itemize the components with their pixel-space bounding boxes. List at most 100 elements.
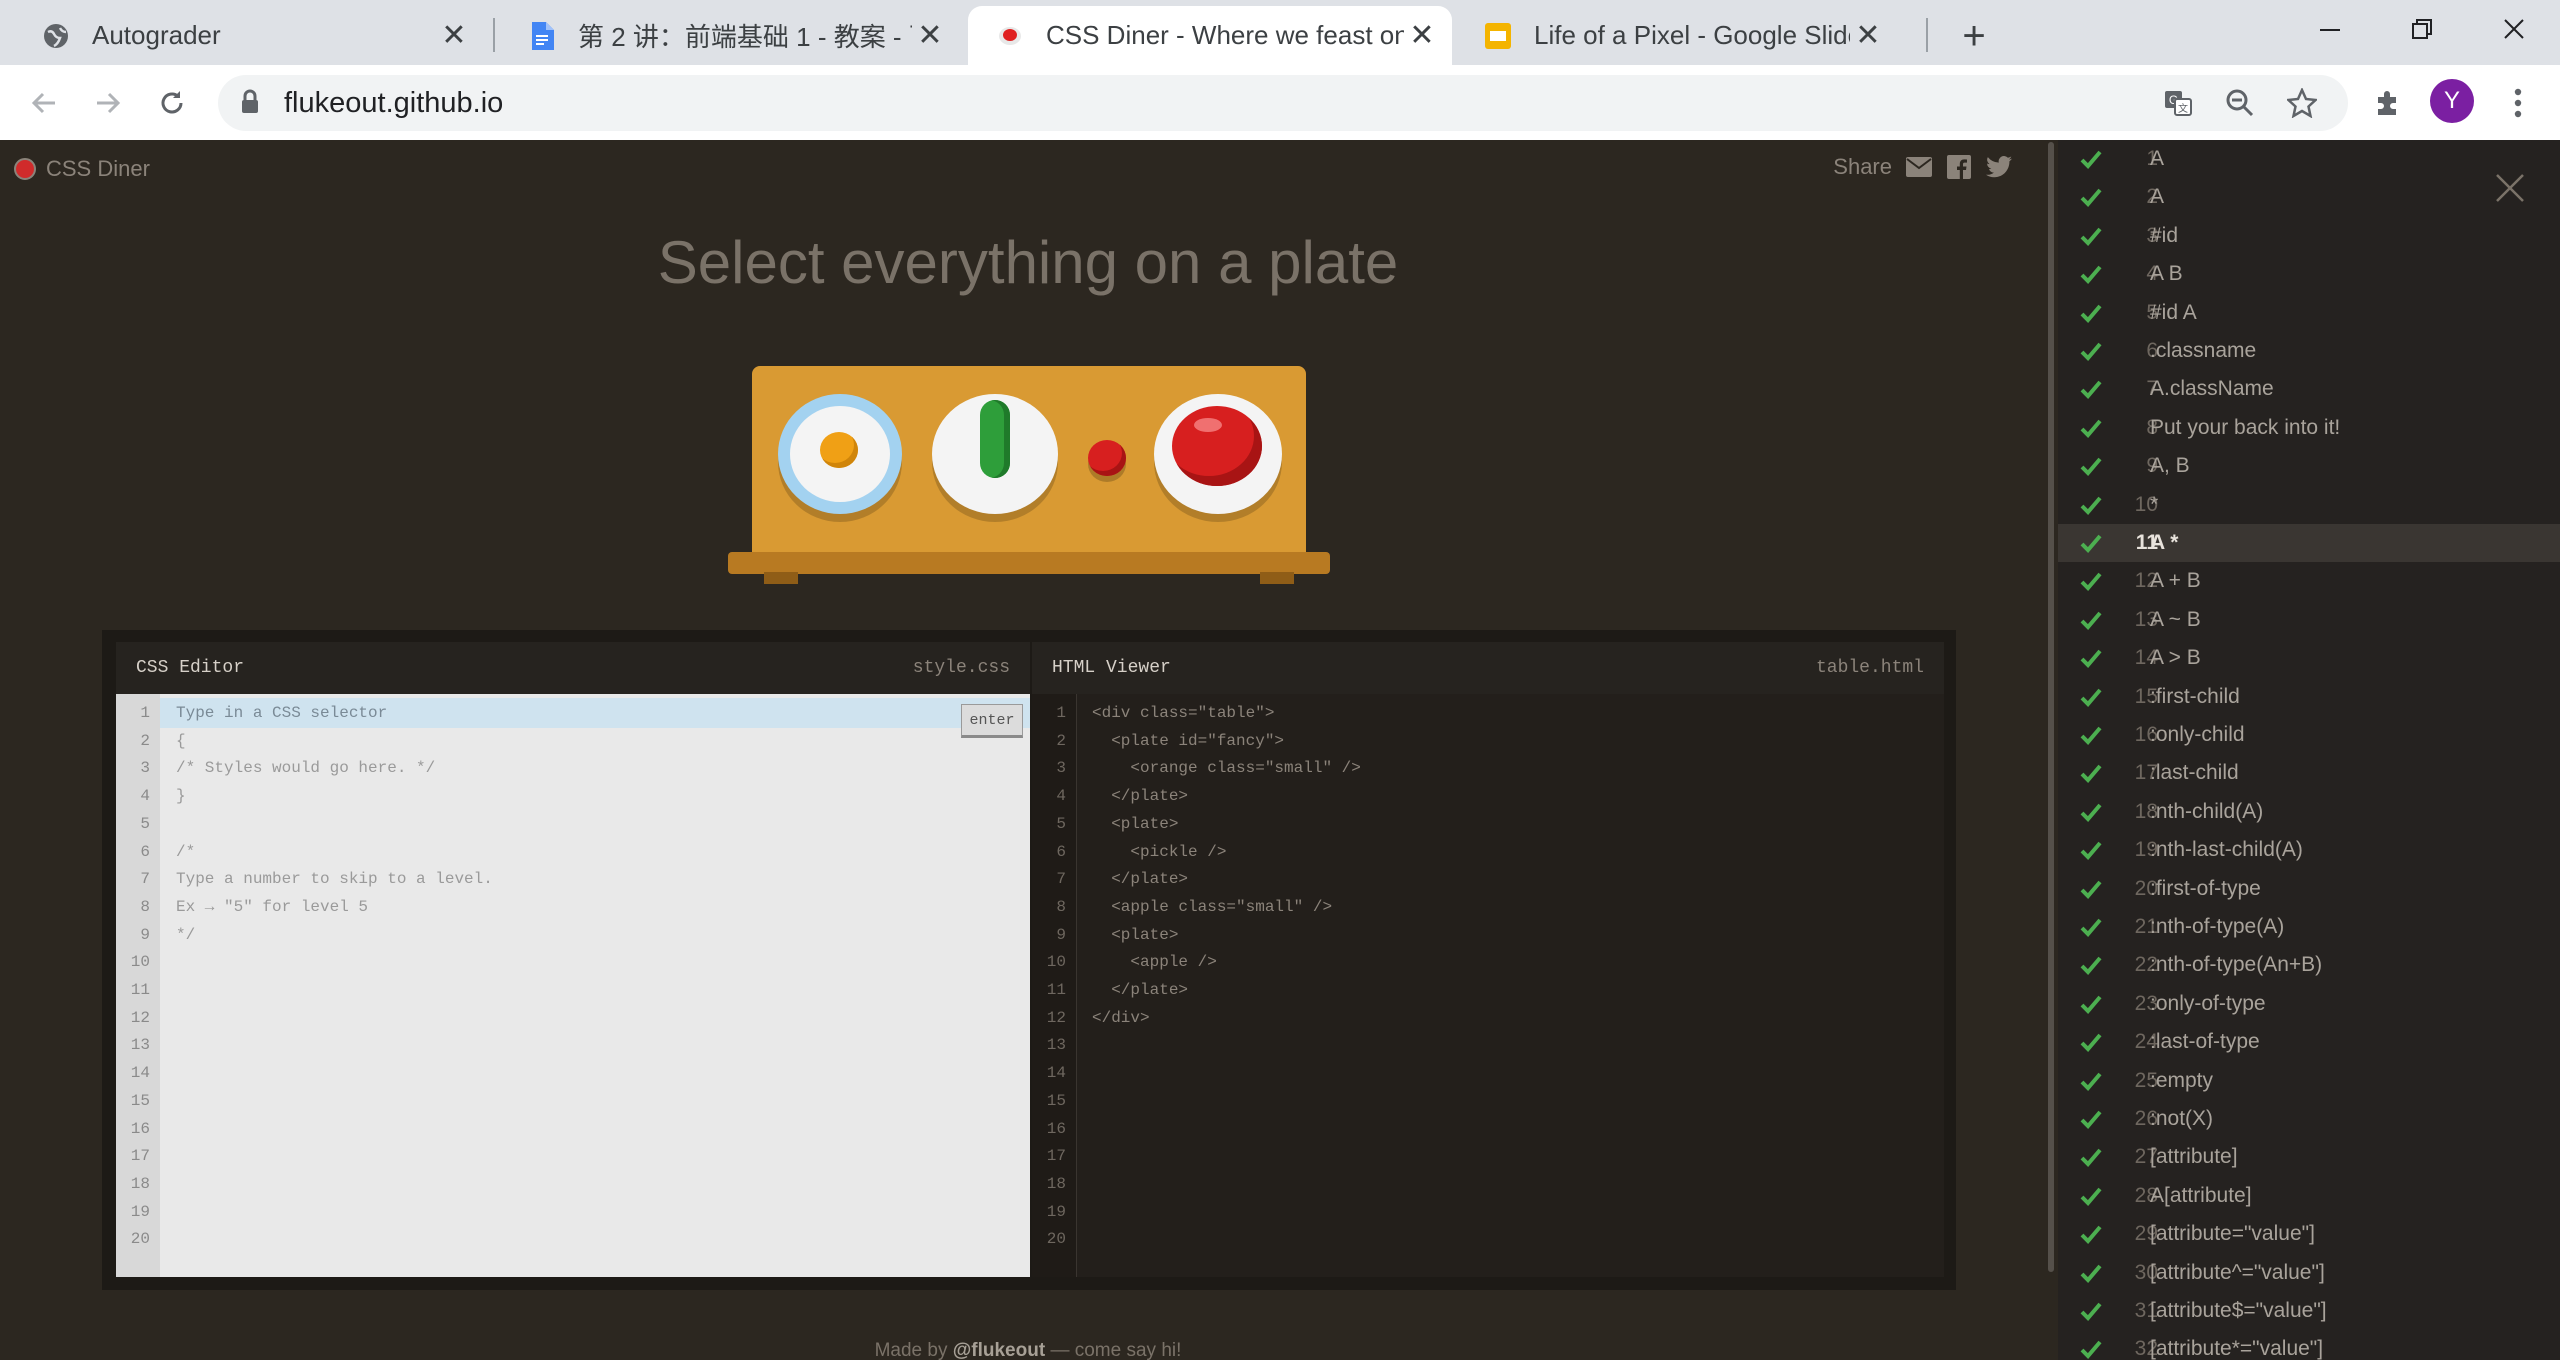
css-code-area[interactable]: Type in a CSS selector {/* Styles would … [176, 694, 956, 1277]
page-scrollbar-thumb[interactable] [2048, 142, 2054, 1272]
plate[interactable] [1154, 394, 1282, 514]
checkmark-icon [2080, 189, 2102, 208]
line-number: 6 [1056, 842, 1066, 861]
tab-google-slides[interactable]: Life of a Pixel - Google Slides ✕ [1456, 6, 1898, 65]
close-icon[interactable]: ✕ [1404, 18, 1440, 54]
back-button[interactable] [22, 81, 66, 125]
line-number: 4 [1056, 787, 1066, 806]
level-item[interactable]: 26:not(X) [2058, 1100, 2560, 1138]
close-icon[interactable]: ✕ [1850, 18, 1886, 54]
level-item[interactable]: 1A [2058, 140, 2560, 178]
level-item[interactable]: 14 A > B [2058, 639, 2560, 677]
fancy-plate[interactable] [778, 394, 902, 514]
level-name: [attribute$="value"] [2150, 1299, 2327, 1322]
level-item[interactable]: 11 A * [2058, 524, 2560, 562]
level-item[interactable]: 17:last-child [2058, 754, 2560, 792]
level-item[interactable]: 21:nth-of-type(A) [2058, 908, 2560, 946]
line-number: 15 [1046, 1091, 1066, 1110]
code-line: /* Styles would go here. */ [176, 759, 436, 778]
css-selector-input[interactable]: Type in a CSS selector [176, 704, 387, 722]
tab-css-diner[interactable]: CSS Diner - Where we feast on ✕ [968, 6, 1452, 65]
checkmark-icon [2080, 688, 2102, 707]
level-name: [attribute] [2150, 1145, 2238, 1169]
minimize-button[interactable] [2284, 0, 2376, 58]
reload-button[interactable] [150, 81, 194, 125]
level-item[interactable]: 28 A[attribute] [2058, 1177, 2560, 1215]
level-item[interactable]: 13 A ~ B [2058, 601, 2560, 639]
level-item[interactable]: 31 [attribute$="value"] [2058, 1292, 2560, 1330]
window-close-button[interactable] [2468, 0, 2560, 58]
browser-menu-icon[interactable] [2498, 81, 2538, 125]
level-item[interactable]: 27 [attribute] [2058, 1138, 2560, 1176]
level-item[interactable]: 25:empty [2058, 1062, 2560, 1100]
twitter-icon[interactable] [1986, 154, 2012, 180]
tab-separator [493, 18, 495, 52]
forward-button[interactable] [86, 81, 130, 125]
level-name: [attribute^="value"] [2150, 1260, 2325, 1284]
extensions-icon[interactable] [2366, 81, 2410, 125]
small-apple[interactable] [1088, 440, 1126, 476]
checkmark-icon [2080, 150, 2102, 169]
level-item[interactable]: 20:first-of-type [2058, 870, 2560, 908]
level-item[interactable]: 19:nth-last-child(A) [2058, 831, 2560, 869]
line-number: 10 [130, 953, 150, 972]
level-name: .classname [2150, 339, 2257, 362]
level-item[interactable]: 6 .classname [2058, 332, 2560, 370]
level-item[interactable]: 22:nth-of-type(An+B) [2058, 946, 2560, 984]
close-icon[interactable]: ✕ [436, 18, 472, 54]
share-label: Share [1833, 154, 1892, 179]
plate[interactable] [932, 394, 1058, 514]
close-icon[interactable]: ✕ [912, 18, 948, 54]
level-item[interactable]: 9 A, B [2058, 447, 2560, 485]
level-item[interactable]: 16:only-child [2058, 716, 2560, 754]
tab-feishu-docs[interactable]: 第 2 讲：前端基础 1 - 教案 - 飞书 ✕ [500, 6, 960, 65]
css-diner-logo[interactable]: CSS Diner [14, 156, 150, 182]
pickle[interactable] [980, 400, 1010, 478]
zoom-out-icon[interactable] [2224, 87, 2256, 119]
translate-icon[interactable]: G文 [2162, 87, 2194, 119]
level-item[interactable]: 24:last-of-type [2058, 1023, 2560, 1061]
level-name: :nth-last-child(A) [2150, 838, 2303, 862]
checkmark-icon [2080, 649, 2102, 669]
enter-button[interactable]: enter [961, 704, 1023, 738]
apple[interactable] [1172, 406, 1262, 486]
level-item[interactable]: 3 #id [2058, 217, 2560, 255]
checkmark-icon [2080, 611, 2102, 630]
level-item[interactable]: 18:nth-child(A) [2058, 793, 2560, 831]
level-item[interactable]: 8 Put your back into it! [2058, 409, 2560, 447]
level-item[interactable]: 23:only-of-type [2058, 985, 2560, 1023]
logo-text: CSS Diner [46, 156, 150, 181]
profile-avatar[interactable]: Y [2430, 79, 2474, 123]
level-sidebar: 1 A 2 A 3 #id 4 A B 5 #id A 6 .classname 7 A.classNam… [2058, 140, 2560, 1360]
close-sidebar-icon[interactable] [2490, 168, 2530, 208]
level-item[interactable]: 5 #id A [2058, 294, 2560, 332]
level-item[interactable]: 30 [attribute^="value"] [2058, 1254, 2560, 1292]
level-item[interactable]: 4A B [2058, 255, 2560, 293]
new-tab-button[interactable]: + [1952, 14, 1996, 58]
tab-autograder[interactable]: Autograder ✕ [14, 6, 484, 65]
lock-icon[interactable] [240, 89, 260, 120]
facebook-icon[interactable] [1946, 154, 1972, 180]
url-text[interactable]: flukeout.github.io [284, 87, 503, 120]
level-item[interactable]: 29 [attribute="value"] [2058, 1215, 2560, 1253]
level-item[interactable]: 15:first-child [2058, 678, 2560, 716]
level-item[interactable]: 7 A.className [2058, 370, 2560, 408]
restore-button[interactable] [2376, 0, 2468, 58]
level-item[interactable]: 2A [2058, 178, 2560, 216]
level-item[interactable]: 12 A + B [2058, 562, 2560, 600]
level-item[interactable]: 32 [attribute*="value"] [2058, 1330, 2560, 1360]
logo-icon [14, 158, 36, 180]
email-icon[interactable] [1906, 154, 1932, 180]
footer-author-link[interactable]: @flukeout [953, 1340, 1045, 1360]
small-orange[interactable] [820, 432, 858, 468]
code-line: Ex → "5" for level 5 [176, 897, 369, 916]
omnibox[interactable]: flukeout.github.io G文 [218, 75, 2348, 131]
tab-title: Autograder [92, 20, 221, 50]
level-item[interactable]: 10 * [2058, 486, 2560, 524]
checkmark-icon [2080, 726, 2102, 745]
bookmark-star-icon[interactable] [2286, 87, 2318, 119]
checkmark-icon [2080, 457, 2102, 477]
line-number: 16 [1046, 1119, 1066, 1138]
checkmark-icon [2080, 419, 2102, 438]
tab-title: CSS Diner - Where we feast on [1046, 20, 1404, 50]
